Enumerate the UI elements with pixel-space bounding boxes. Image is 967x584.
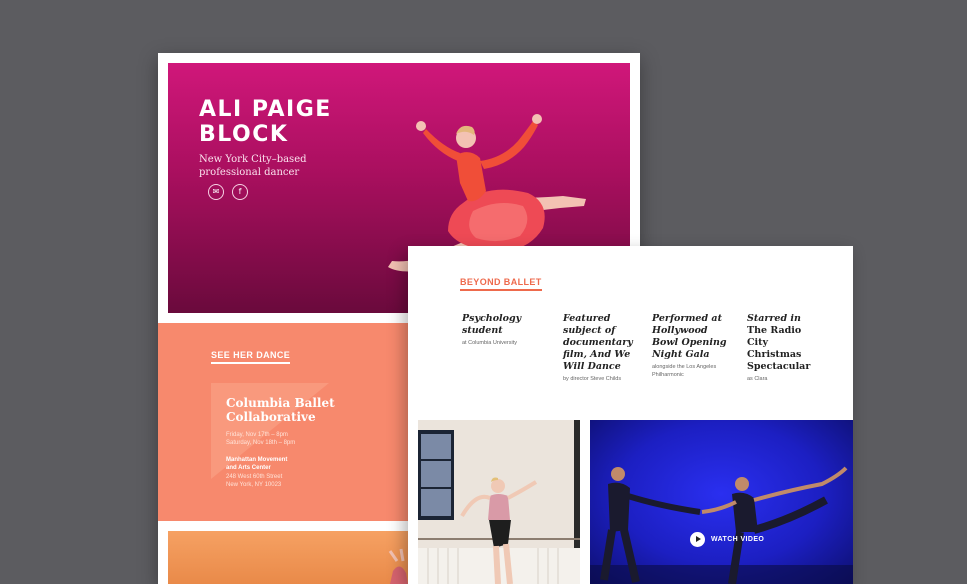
beyond-ballet-heading[interactable]: BEYOND BALLET: [460, 277, 542, 291]
mail-icon[interactable]: ✉: [208, 184, 224, 200]
credit-item: Featured subject of documentary film, An…: [563, 313, 635, 383]
duet-image: [590, 466, 853, 584]
credit-subtitle: alongside the Los Angeles Philharmonic: [652, 364, 717, 378]
credit-subtitle: as Clara: [747, 376, 768, 382]
beyond-ballet-card: BEYOND BALLET Psychology student at Colu…: [408, 246, 853, 584]
credit-title: Featured subject of documentary film, An…: [563, 313, 633, 372]
event-venue: Manhattan Movement and Arts Center: [226, 457, 288, 471]
see-her-dance-heading[interactable]: SEE HER DANCE: [211, 350, 291, 364]
play-icon[interactable]: [690, 532, 705, 547]
credit-title-italic: Starred in: [747, 313, 801, 324]
credit-subtitle: by director Steve Childs: [563, 376, 622, 382]
ballet-studio-image: [418, 420, 580, 584]
credit-title: The Radio City Christmas Spectacular: [747, 325, 811, 372]
event-card[interactable]: Columbia Ballet Collaborative Friday, No…: [211, 383, 335, 488]
facebook-icon[interactable]: f: [232, 184, 248, 200]
watch-video-label: WATCH VIDEO: [711, 536, 765, 543]
credit-subtitle: at Columbia University: [462, 340, 518, 346]
credit-title: Performed at Hollywood Bowl Opening Nigh…: [652, 313, 727, 360]
video-thumbnail[interactable]: WATCH VIDEO: [590, 420, 853, 584]
credit-item: Starred in The Radio City Christmas Spec…: [747, 313, 817, 383]
studio-photo: [418, 420, 580, 584]
event-dates: Friday, Nov 17th – 8pm Saturday, Nov 18t…: [226, 432, 296, 446]
credit-item: Psychology student at Columbia Universit…: [462, 313, 552, 347]
credit-title: Psychology student: [462, 313, 522, 336]
credit-item: Performed at Hollywood Bowl Opening Nigh…: [652, 313, 728, 379]
event-address: 248 West 60th Street New York, NY 10023: [226, 474, 283, 488]
event-title: Columbia Ballet Collaborative: [226, 396, 335, 424]
watch-video-button[interactable]: WATCH VIDEO: [690, 532, 764, 547]
